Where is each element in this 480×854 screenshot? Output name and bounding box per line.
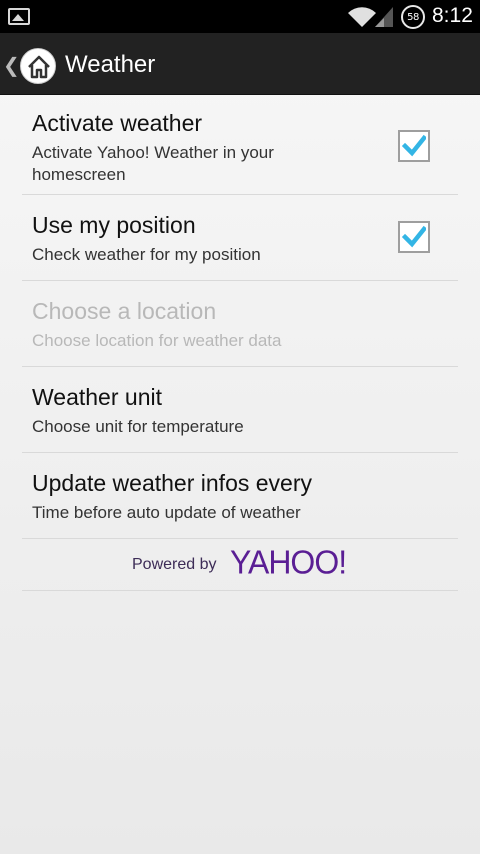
pref-title: Update weather infos every xyxy=(32,470,312,496)
yahoo-logo: YAHOO! xyxy=(230,543,347,581)
gallery-icon xyxy=(8,8,30,25)
page-title: Weather xyxy=(65,51,156,78)
pref-title: Use my position xyxy=(32,212,196,238)
pref-summary-line-1: Activate Yahoo! Weather in your xyxy=(32,143,274,162)
pref-title: Weather unit xyxy=(32,384,162,410)
pref-update-interval[interactable]: Update weather infos every Time before a… xyxy=(22,453,458,539)
pref-summary: Choose unit for temperature xyxy=(32,417,244,436)
pref-title: Choose a location xyxy=(32,298,217,324)
home-icon[interactable] xyxy=(20,48,56,84)
pref-summary: Choose location for weather data xyxy=(32,331,282,350)
clock-time: 8:12 xyxy=(432,4,473,27)
chevron-left-icon[interactable]: ❮ xyxy=(3,53,20,77)
pref-summary: Time before auto update of weather xyxy=(32,503,301,522)
battery-icon: 58 xyxy=(401,5,425,29)
checkmark-icon xyxy=(402,225,426,248)
checkmark-icon xyxy=(402,134,426,157)
signal-icon xyxy=(375,7,393,27)
pref-title: Activate weather xyxy=(32,110,203,136)
pref-activate-weather[interactable]: Activate weather Activate Yahoo! Weather… xyxy=(22,95,458,195)
pref-summary-line-2: homescreen xyxy=(32,165,126,184)
powered-by-yahoo: Powered by YAHOO! xyxy=(22,539,458,591)
use-position-checkbox[interactable] xyxy=(398,221,430,253)
pref-choose-location: Choose a location Choose location for we… xyxy=(22,281,458,367)
pref-weather-unit[interactable]: Weather unit Choose unit for temperature xyxy=(22,367,458,453)
pref-use-my-position[interactable]: Use my position Check weather for my pos… xyxy=(22,195,458,281)
powered-by-label: Powered by xyxy=(132,556,217,573)
action-bar: ❮ Weather xyxy=(0,33,480,95)
pref-summary: Check weather for my position xyxy=(32,245,261,264)
preference-list: Activate weather Activate Yahoo! Weather… xyxy=(0,95,480,591)
activate-weather-checkbox[interactable] xyxy=(398,130,430,162)
status-bar: 58 8:12 xyxy=(0,0,480,33)
